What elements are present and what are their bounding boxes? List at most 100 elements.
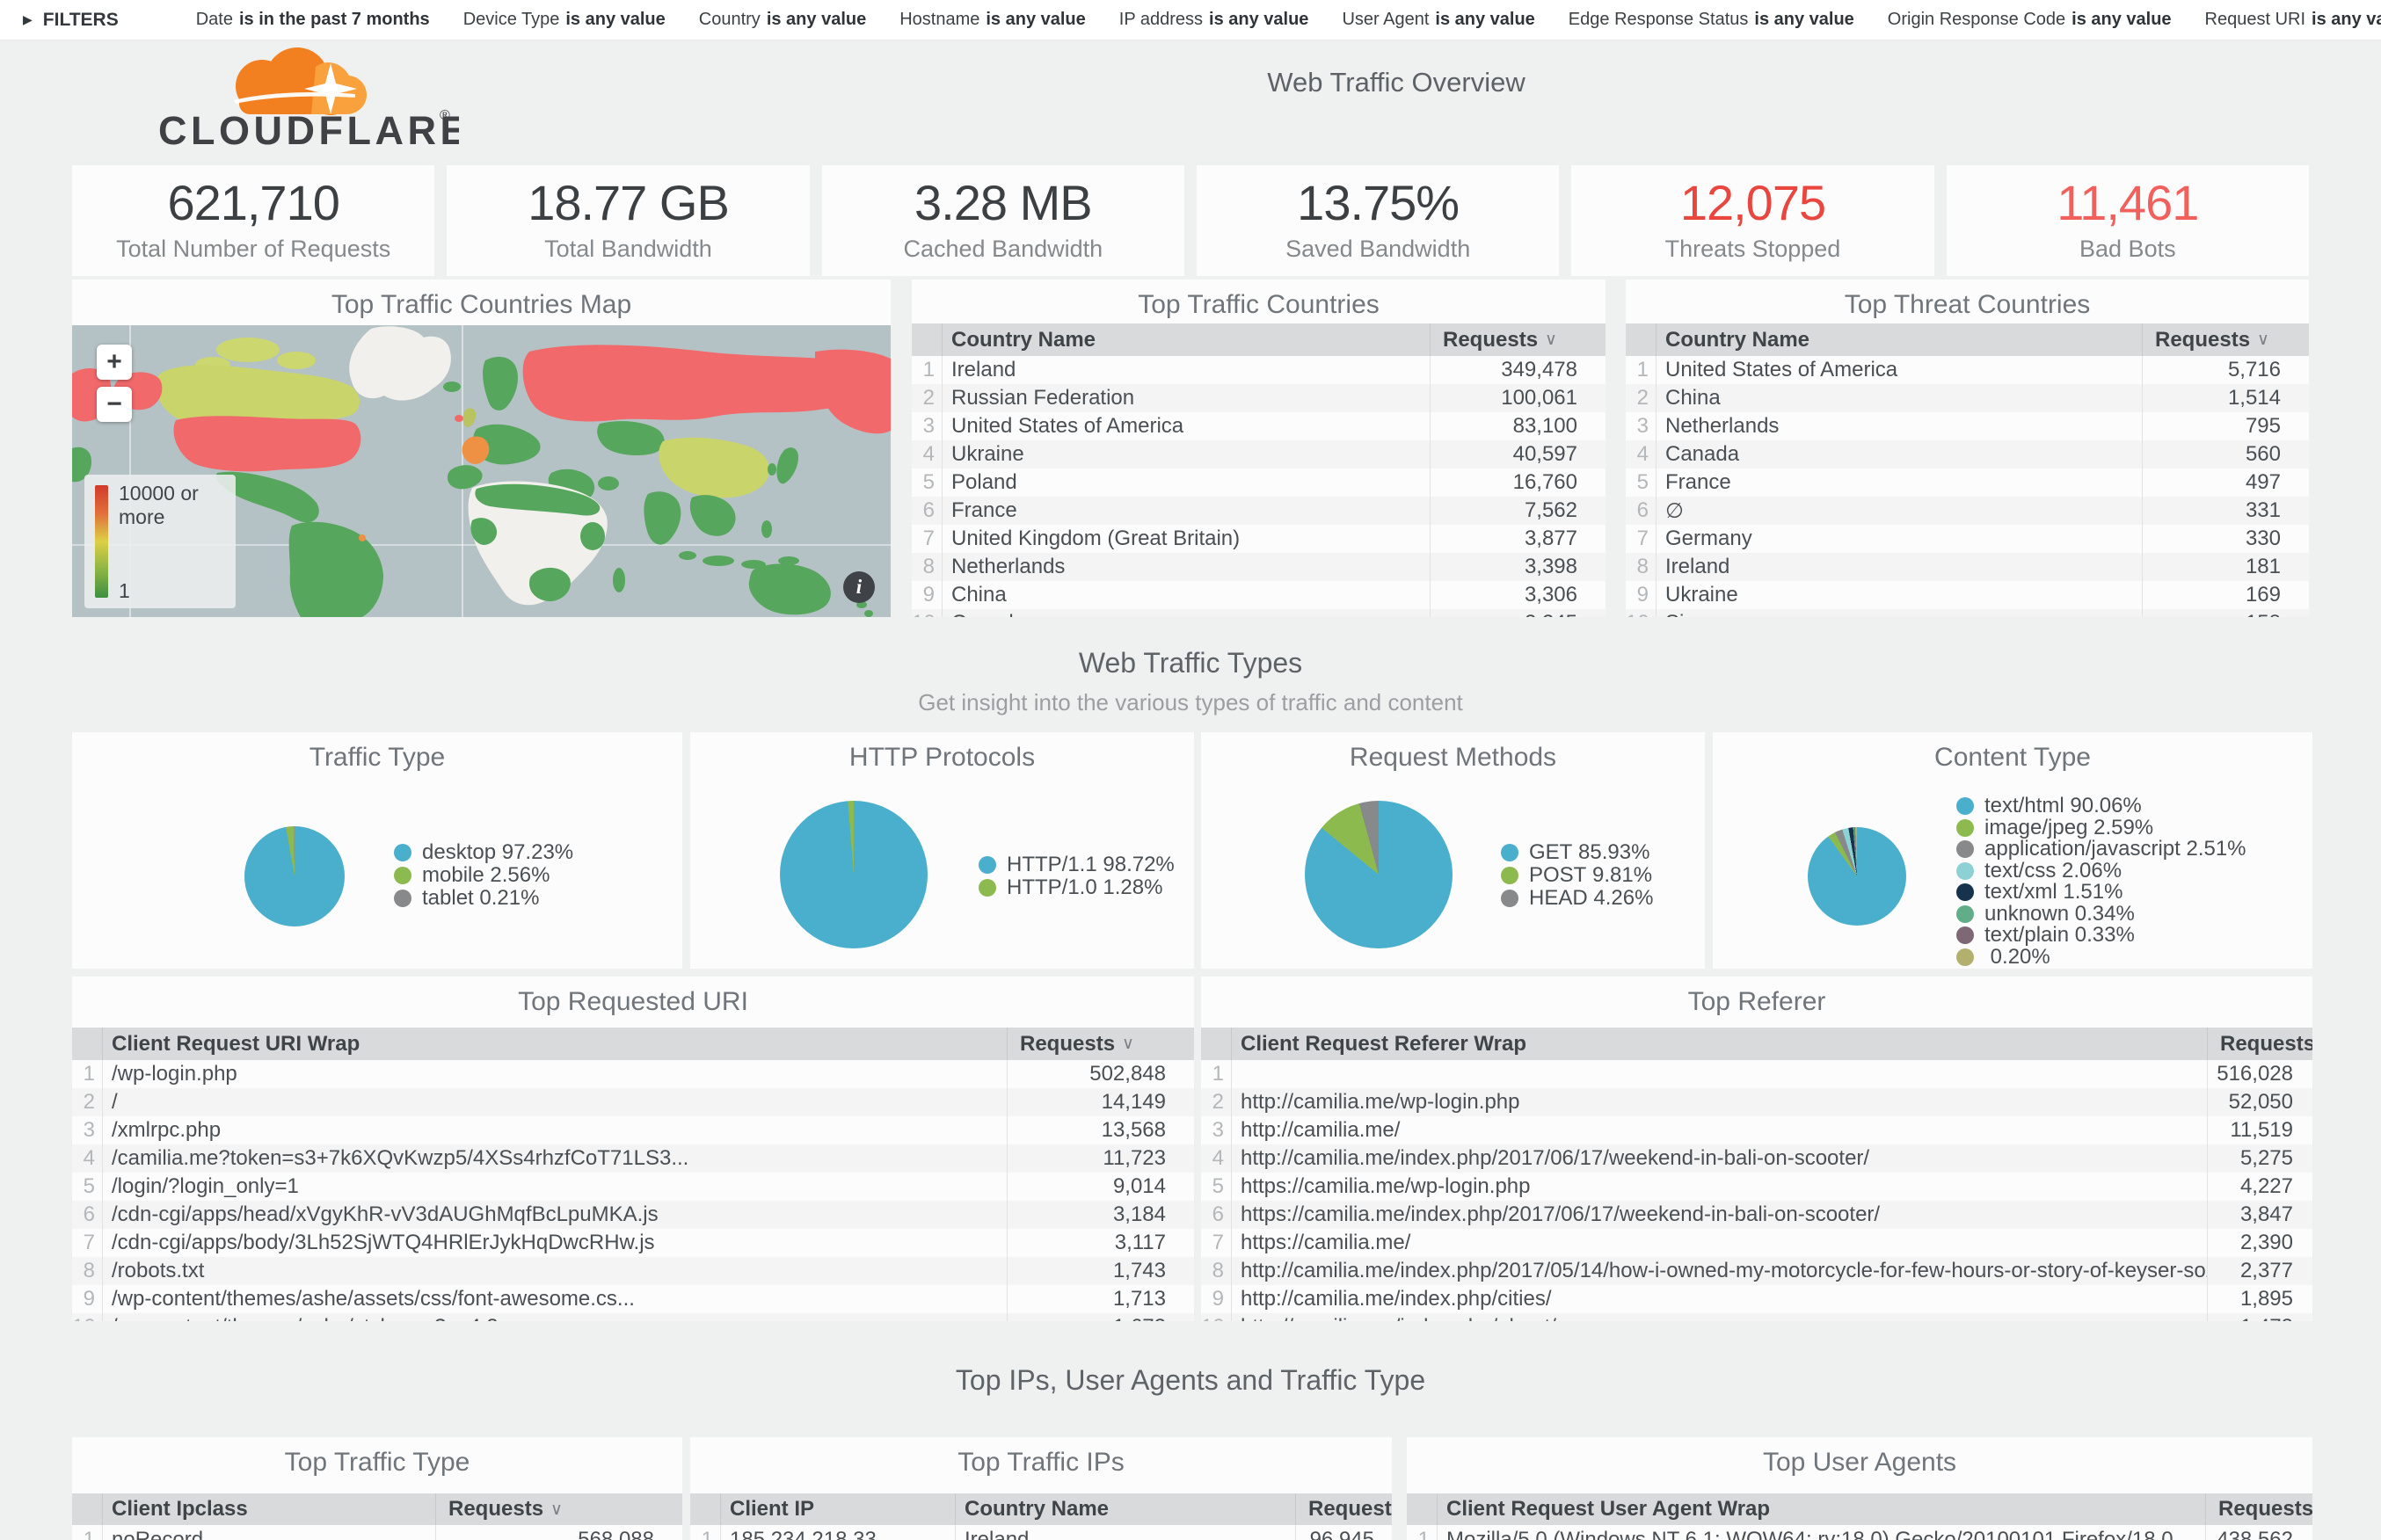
filter-item[interactable]: Edge Response Statusis any value [1569,10,1854,30]
legend-dot [1956,840,1974,858]
filter-value: is any value [2072,10,2171,29]
legend-dot [1956,819,1974,837]
row-index: 8 [72,1259,102,1283]
table-row: 6 https://camilia.me/index.php/2017/06/1… [1201,1201,2312,1229]
panel-title: Top Requested URI [72,987,1194,1017]
panel-top-traffic-ips: Top Traffic IPs Client IP Country Name R… [690,1437,1392,1540]
kpi-label: Total Number of Requests [72,236,434,263]
legend-item[interactable]: 0.20% [1956,947,2246,969]
requests-cell: 13,568 [1007,1116,1194,1144]
table-row: 3 Netherlands 795 [1626,412,2309,440]
column-header-requests[interactable]: Requests∨ [1007,1028,1194,1060]
requests-cell: 1,473 [2207,1313,2312,1321]
kpi-label: Saved Bandwidth [1197,236,1559,263]
table-header: Client Request Referer Wrap Requests∨ [1201,1028,2312,1060]
filter-item[interactable]: User Agent is any value [1342,10,1534,30]
column-header-requests[interactable]: Requests∨ [1430,323,1606,356]
requests-cell: 1,743 [1007,1257,1194,1285]
legend-item[interactable]: text/xml 1.51% [1956,882,2246,904]
column-header-requests[interactable]: Requests∨ [2205,1493,2312,1525]
map-info-button[interactable]: i [843,571,875,603]
legend-item[interactable]: desktop 97.23% [394,841,573,864]
kpi-card: 12,075 Threats Stopped [1571,165,1933,276]
requests-cell: 7,562 [1430,497,1606,525]
legend-dot [394,844,411,861]
table-row: 2 China 1,514 [1626,384,2309,412]
legend-item[interactable]: HEAD 4.26% [1501,887,1653,910]
panel-http-protocols: HTTP Protocols HTTP/1.1 98.72% HTTP/1.0 … [690,732,1194,969]
legend-item[interactable]: text/html 90.06% [1956,795,2246,817]
legend-item[interactable]: unknown 0.34% [1956,904,2246,926]
legend-item[interactable]: mobile 2.56% [394,864,573,887]
filter-field: Device Type [463,10,560,29]
legend-item[interactable]: text/css 2.06% [1956,861,2246,883]
column-header-ipclass[interactable]: Client Ipclass [102,1493,435,1525]
column-header-referer[interactable]: Client Request Referer Wrap [1231,1028,2207,1060]
legend-item[interactable]: tablet 0.21% [394,887,573,910]
row-index: 7 [912,527,942,551]
legend-item[interactable]: application/javascript 2.51% [1956,839,2246,861]
legend-value: 85.93% [1578,840,1649,865]
column-header-country-name[interactable]: Country Name [942,323,1430,356]
filter-field: User Agent [1342,10,1429,29]
country-name-cell: United States of America [942,412,1430,440]
filter-item[interactable]: Dateis in the past 7 months [196,10,430,30]
legend-item[interactable]: image/jpeg 2.59% [1956,817,2246,839]
referer-cell: https://camilia.me/wp-login.php [1231,1173,2207,1201]
column-header-client-ip[interactable]: Client IP [720,1493,955,1525]
legend-item[interactable]: GET 85.93% [1501,841,1653,864]
referer-cell: https://camilia.me/index.php/2017/06/17/… [1231,1201,2207,1229]
world-map[interactable]: + − 10000 or more 1 i [72,325,891,617]
requests-cell: 1,514 [2142,384,2309,412]
kpi-card: 13.75% Saved Bandwidth [1197,165,1559,276]
sort-caret-icon: ∨ [2257,330,2269,350]
filter-item[interactable]: Countryis any value [699,10,866,30]
map-zoom-out-button[interactable]: − [97,387,132,422]
filter-field: IP address [1119,10,1203,29]
column-header-country-name[interactable]: Country Name [955,1493,1295,1525]
column-header-requests[interactable]: Requests∨ [1295,1493,1392,1525]
legend-item[interactable]: POST 9.81% [1501,864,1653,887]
requests-cell: 349,478 [1430,356,1606,384]
column-header-requests[interactable]: Requests∨ [435,1493,682,1525]
legend-dot [979,879,996,897]
column-header-uri[interactable]: Client Request URI Wrap [102,1028,1007,1060]
column-header-country-name[interactable]: Country Name [1656,323,2142,356]
filters-expander[interactable]: ▶ FILTERS [23,10,119,31]
kpi-label: Cached Bandwidth [822,236,1184,263]
legend-item[interactable]: text/plain 0.33% [1956,925,2246,947]
filter-item[interactable]: Origin Response Codeis any value [1888,10,2172,30]
panel-traffic-countries-map: Top Traffic Countries Map [72,280,891,617]
panel-content-type: Content Type text/html 90.06% image/jpeg… [1713,732,2312,969]
kpi-label: Bad Bots [1947,236,2309,263]
legend-item[interactable]: HTTP/1.1 98.72% [979,854,1175,876]
row-index: 7 [1201,1231,1231,1255]
row-index: 5 [1626,470,1656,495]
column-header-requests[interactable]: Requests∨ [2142,323,2309,356]
dashboard-page: ▶ FILTERS Dateis in the past 7 months De… [0,0,2381,1540]
legend-item[interactable]: HTTP/1.0 1.28% [979,876,1175,899]
row-index: 3 [1201,1118,1231,1143]
panel-title: Content Type [1713,743,2312,773]
requests-cell: 16,760 [1430,469,1606,497]
sort-caret-icon: ∨ [550,1500,563,1520]
filter-item[interactable]: Device Typeis any value [463,10,666,30]
row-index: 2 [1626,386,1656,410]
table-row: 10 Canada 2,245 [912,609,1606,617]
legend-label: mobile [422,863,484,888]
row-index: 6 [1626,498,1656,523]
legend-value: 2.51% [2186,837,2246,861]
request-methods-pie-chart [1305,801,1453,948]
filter-item[interactable]: IP addressis any value [1119,10,1309,30]
requests-cell: 100,061 [1430,384,1606,412]
column-header-user-agent[interactable]: Client Request User Agent Wrap [1437,1493,2205,1525]
country-name-cell: Russian Federation [942,384,1430,412]
kpi-card: 621,710 Total Number of Requests [72,165,434,276]
column-header-requests[interactable]: Requests∨ [2207,1028,2312,1060]
filter-item[interactable]: Hostnameis any value [899,10,1086,30]
filter-item[interactable]: Request URIis any value [2205,10,2381,30]
row-index: 6 [912,498,942,523]
filter-value: is any value [1435,10,1534,29]
kpi-value: 13.75% [1197,176,1559,230]
map-zoom-in-button[interactable]: + [97,345,132,380]
